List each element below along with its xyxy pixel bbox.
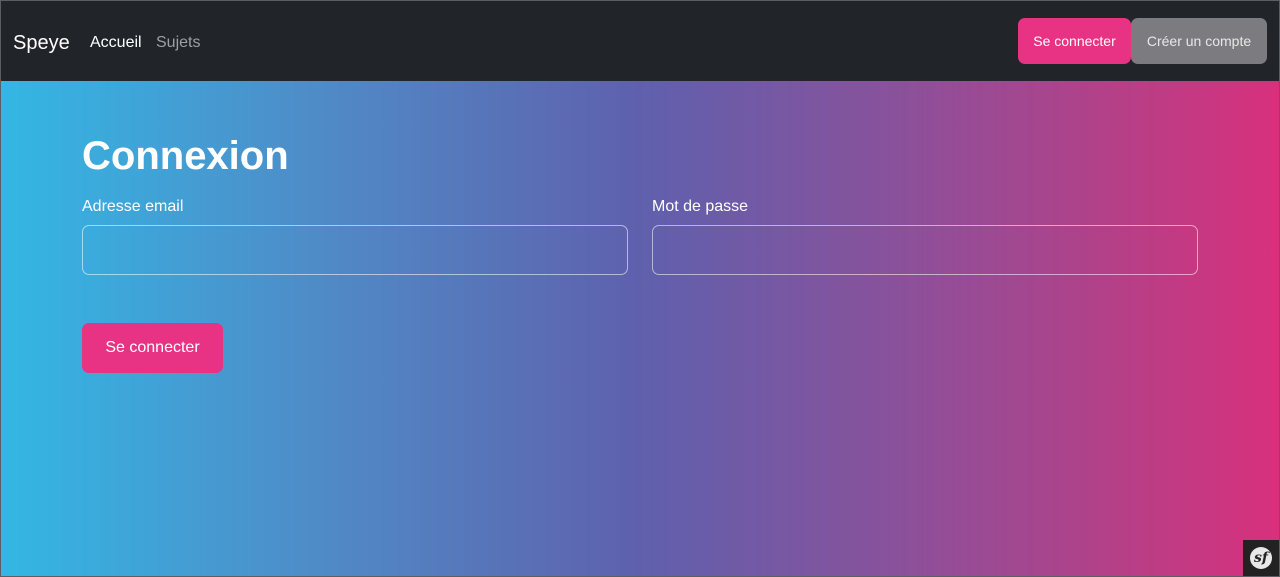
password-label: Mot de passe — [652, 198, 749, 215]
nav-link-topics[interactable]: Sujets — [156, 33, 200, 53]
symfony-logo-icon: sf — [1250, 547, 1272, 569]
navbar-register-button[interactable]: Créer un compte — [1131, 18, 1267, 64]
password-field[interactable] — [652, 225, 1198, 275]
email-label: Adresse email — [82, 198, 184, 215]
navbar-login-button[interactable]: Se connecter — [1018, 18, 1131, 64]
login-submit-button[interactable]: Se connecter — [82, 323, 223, 373]
email-field[interactable] — [82, 225, 628, 275]
nav-link-home[interactable]: Accueil — [90, 33, 142, 53]
app-window: Speye Accueil Sujets Se connecter Créer … — [0, 0, 1280, 577]
top-navbar: Speye Accueil Sujets Se connecter Créer … — [1, 1, 1279, 81]
login-section: Connexion Adresse email Mot de passe Se … — [1, 81, 1279, 576]
page-title: Connexion — [82, 134, 289, 178]
symfony-debug-toolbar-toggle[interactable]: sf — [1243, 540, 1279, 576]
brand-logo-link[interactable]: Speye — [13, 31, 70, 55]
